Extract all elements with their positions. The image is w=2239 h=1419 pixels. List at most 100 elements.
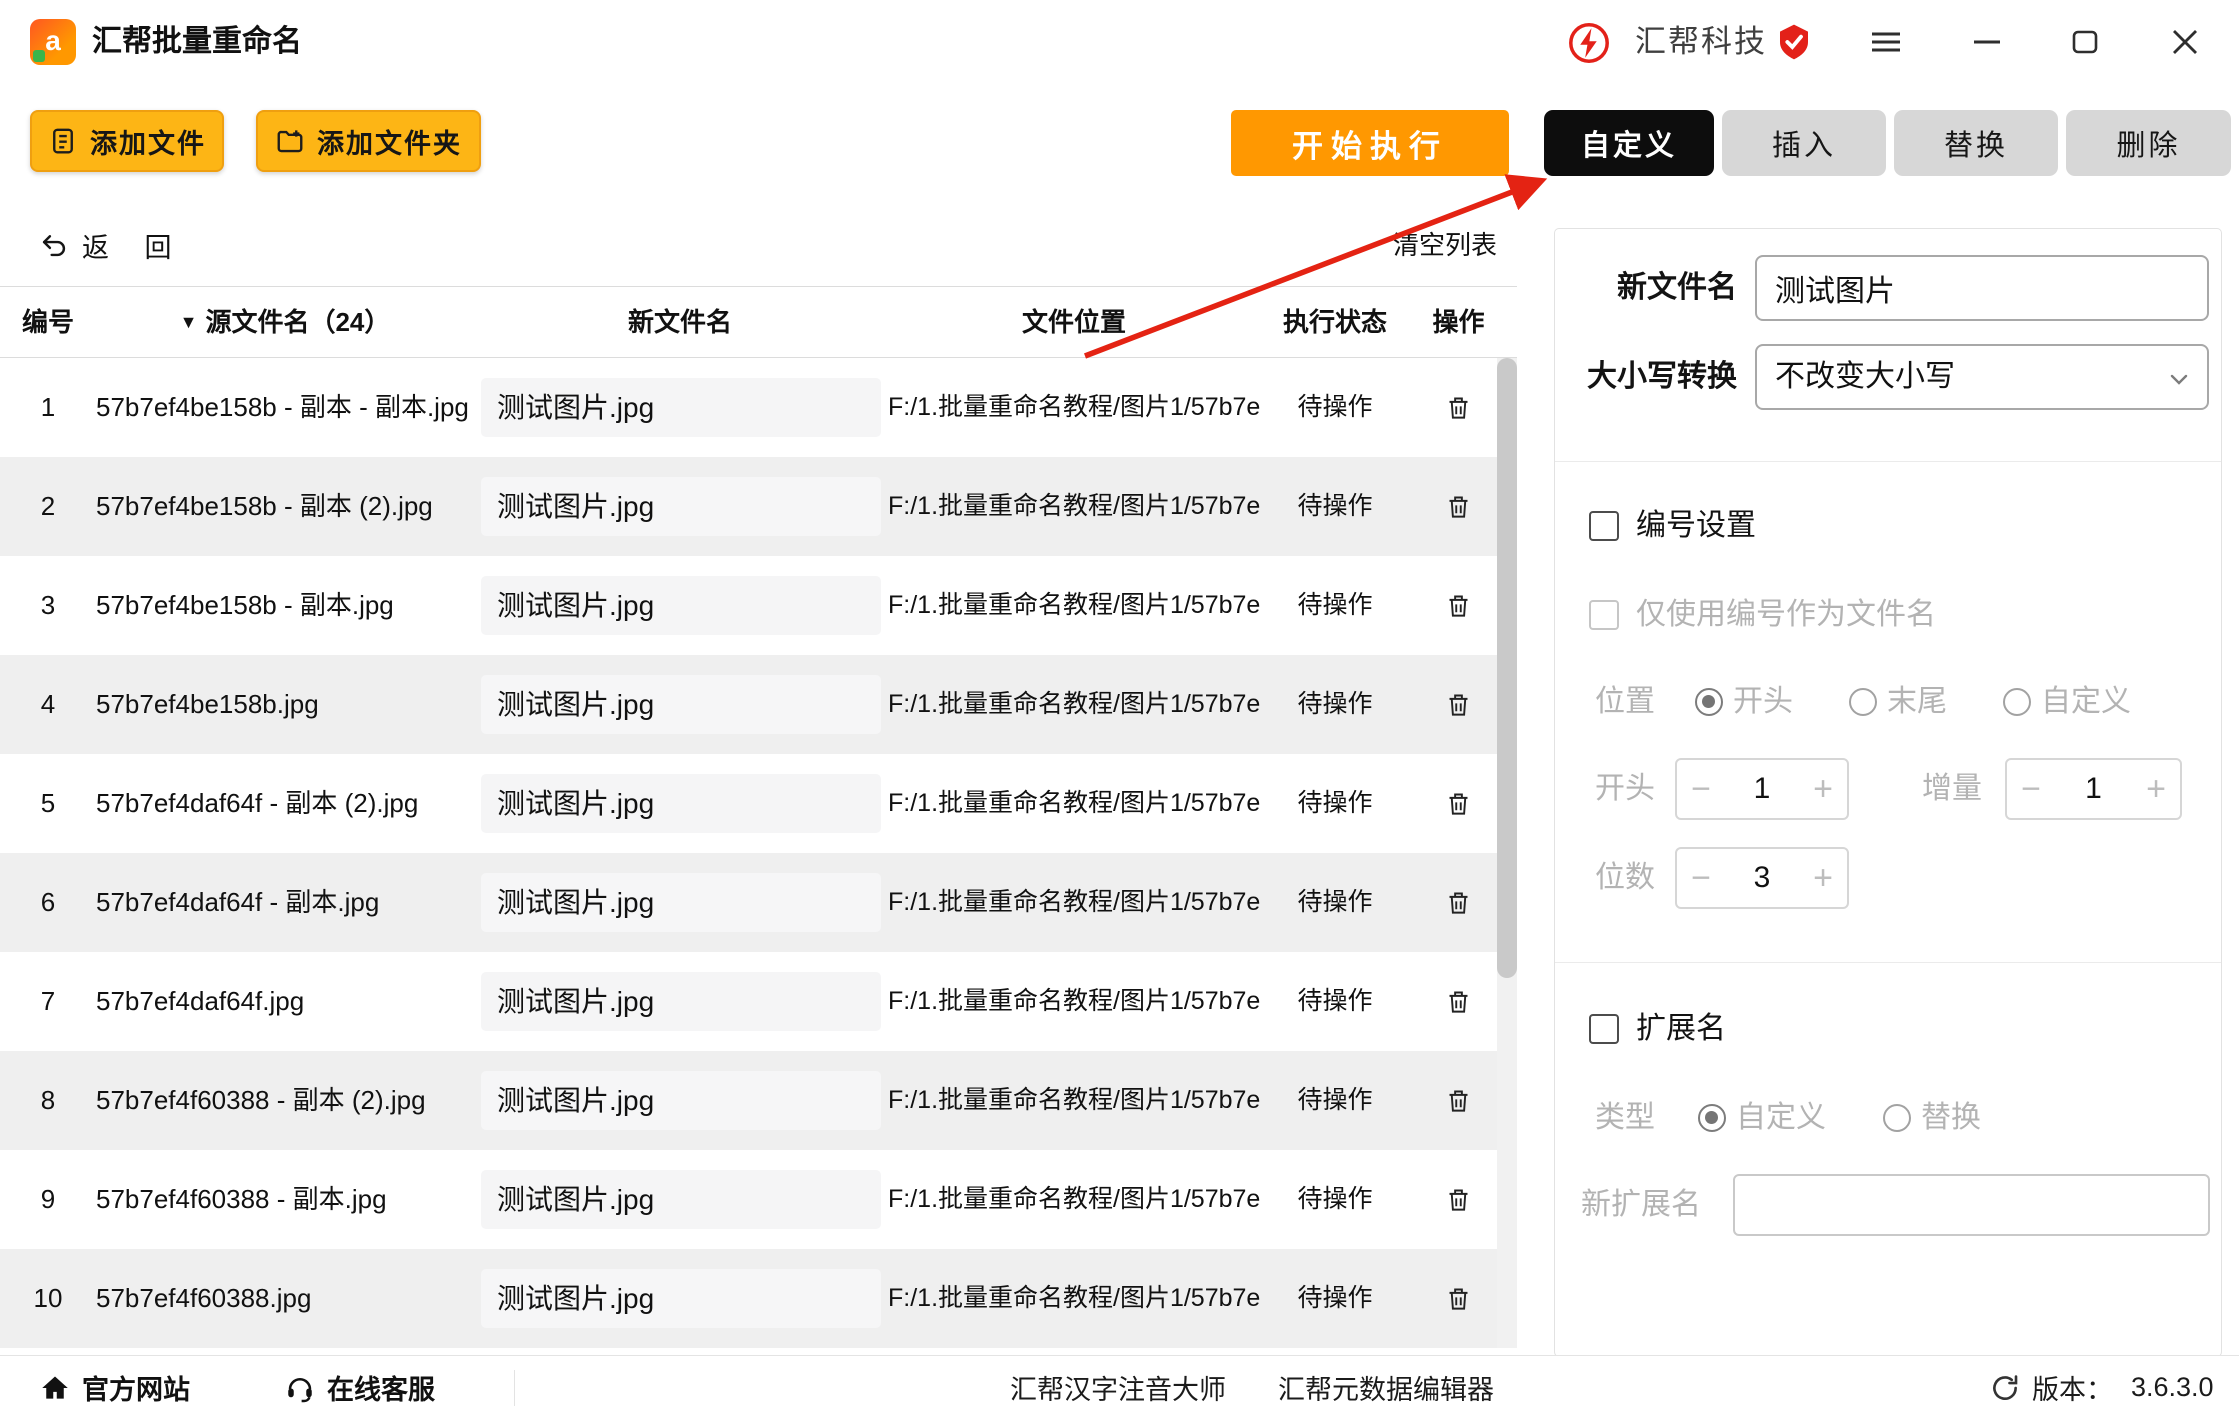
close-button[interactable] bbox=[2161, 18, 2209, 66]
extension-checkbox[interactable] bbox=[1589, 1014, 1619, 1044]
table-row[interactable]: 657b7ef4daf64f - 副本.jpg测试图片.jpgF:/1.批量重命… bbox=[0, 853, 1497, 952]
tab-delete[interactable]: 删除 bbox=[2066, 110, 2231, 176]
new-filename-field[interactable]: 测试图片.jpg bbox=[481, 675, 881, 734]
increment-plus-button[interactable]: + bbox=[2132, 760, 2180, 818]
minimize-button[interactable] bbox=[1963, 18, 2011, 66]
footer-link-pinyin-label: 汇帮汉字注音大师 bbox=[1010, 1368, 1226, 1407]
ext-type-radio-custom[interactable] bbox=[1698, 1104, 1726, 1132]
table-row[interactable]: 757b7ef4daf64f.jpg测试图片.jpgF:/1.批量重命名教程/图… bbox=[0, 952, 1497, 1051]
delete-row-icon[interactable] bbox=[1445, 1186, 1472, 1213]
source-filename: 57b7ef4daf64f.jpg bbox=[96, 952, 474, 1051]
tab-custom[interactable]: 自定义 bbox=[1544, 110, 1714, 176]
official-site-link[interactable]: 官方网站 bbox=[40, 1356, 190, 1419]
col-header-index[interactable]: 编号 bbox=[0, 287, 96, 357]
numbering-checkbox[interactable] bbox=[1589, 511, 1619, 541]
source-filename: 57b7ef4be158b - 副本.jpg bbox=[96, 556, 474, 655]
delete-row-icon[interactable] bbox=[1445, 988, 1472, 1015]
table-row[interactable]: 1057b7ef4f60388.jpg测试图片.jpgF:/1.批量重命名教程/… bbox=[0, 1249, 1497, 1348]
source-filename: 57b7ef4f60388 - 副本 (2).jpg bbox=[96, 1051, 474, 1150]
update-refresh-icon[interactable] bbox=[1990, 1373, 2020, 1403]
position-option-custom[interactable]: 自定义 bbox=[2041, 682, 2131, 722]
back-label: 返 回 bbox=[82, 226, 186, 265]
position-option-end[interactable]: 末尾 bbox=[1887, 682, 1947, 722]
exec-status: 待操作 bbox=[1260, 1051, 1410, 1150]
delete-row-icon[interactable] bbox=[1445, 394, 1472, 421]
new-filename-field[interactable]: 测试图片.jpg bbox=[481, 1071, 881, 1130]
ext-type-radio-replace[interactable] bbox=[1883, 1104, 1911, 1132]
footer-link-metadata[interactable]: 汇帮元数据编辑器 bbox=[1278, 1356, 1494, 1419]
new-filename-field[interactable]: 测试图片.jpg bbox=[481, 1170, 881, 1229]
delete-row-icon[interactable] bbox=[1445, 592, 1472, 619]
col-header-location[interactable]: 文件位置 bbox=[888, 287, 1260, 357]
row-index: 4 bbox=[0, 655, 96, 754]
delete-row-icon[interactable] bbox=[1445, 493, 1472, 520]
position-radio-start[interactable] bbox=[1695, 688, 1723, 716]
start-number-value[interactable]: 1 bbox=[1725, 772, 1799, 806]
exec-status: 待操作 bbox=[1260, 556, 1410, 655]
table-row[interactable]: 257b7ef4be158b - 副本 (2).jpg测试图片.jpgF:/1.… bbox=[0, 457, 1497, 556]
start-execute-button[interactable]: 开始执行 bbox=[1231, 110, 1509, 176]
maximize-button[interactable] bbox=[2061, 18, 2109, 66]
delete-row-icon[interactable] bbox=[1445, 1285, 1472, 1312]
menu-icon[interactable] bbox=[1862, 18, 1910, 66]
start-plus-button[interactable]: + bbox=[1799, 760, 1847, 818]
position-option-start[interactable]: 开头 bbox=[1733, 682, 1793, 722]
table-row[interactable]: 157b7ef4be158b - 副本 - 副本.jpg测试图片.jpgF:/1… bbox=[0, 358, 1497, 457]
start-minus-button[interactable]: − bbox=[1677, 760, 1725, 818]
start-number-stepper: − 1 + bbox=[1675, 758, 1849, 820]
delete-row-icon[interactable] bbox=[1445, 1087, 1472, 1114]
source-filename: 57b7ef4be158b.jpg bbox=[96, 655, 474, 754]
new-name-input[interactable] bbox=[1755, 255, 2209, 321]
delete-row-icon[interactable] bbox=[1445, 790, 1472, 817]
tab-replace[interactable]: 替换 bbox=[1894, 110, 2058, 176]
case-convert-select[interactable]: 不改变大小写 bbox=[1755, 344, 2209, 410]
col-header-source[interactable]: ▼ 源文件名（24） bbox=[96, 287, 474, 357]
extension-title[interactable]: 扩展名 bbox=[1636, 1009, 1726, 1049]
increment-minus-button[interactable]: − bbox=[2007, 760, 2055, 818]
file-location: F:/1.批量重命名教程/图片1/57b7ef bbox=[888, 358, 1260, 457]
increment-value[interactable]: 1 bbox=[2055, 772, 2132, 806]
new-ext-input[interactable] bbox=[1733, 1174, 2210, 1236]
exec-status: 待操作 bbox=[1260, 754, 1410, 853]
back-button[interactable]: 返 回 bbox=[40, 224, 186, 266]
tab-insert[interactable]: 插入 bbox=[1722, 110, 1886, 176]
clear-list-button[interactable]: 清空列表 bbox=[1368, 224, 1497, 266]
col-header-newname[interactable]: 新文件名 bbox=[470, 287, 890, 357]
table-row[interactable]: 357b7ef4be158b - 副本.jpg测试图片.jpgF:/1.批量重命… bbox=[0, 556, 1497, 655]
col-header-status[interactable]: 执行状态 bbox=[1260, 287, 1410, 357]
filter-icon[interactable]: ▼ bbox=[180, 287, 198, 357]
row-index: 3 bbox=[0, 556, 96, 655]
only-number-label[interactable]: 仅使用编号作为文件名 bbox=[1636, 595, 1936, 635]
new-filename-field[interactable]: 测试图片.jpg bbox=[481, 477, 881, 536]
add-folder-button[interactable]: 添加文件夹 bbox=[256, 110, 481, 172]
table-scrollbar-thumb[interactable] bbox=[1497, 358, 1517, 978]
delete-row-icon[interactable] bbox=[1445, 889, 1472, 916]
table-row[interactable]: 857b7ef4f60388 - 副本 (2).jpg测试图片.jpgF:/1.… bbox=[0, 1051, 1497, 1150]
ext-type-option-custom[interactable]: 自定义 bbox=[1736, 1098, 1826, 1138]
digits-minus-button[interactable]: − bbox=[1677, 849, 1725, 907]
position-radio-end[interactable] bbox=[1849, 688, 1877, 716]
new-filename-field[interactable]: 测试图片.jpg bbox=[481, 873, 881, 932]
online-support-link[interactable]: 在线客服 bbox=[285, 1356, 435, 1419]
ext-type-option-replace[interactable]: 替换 bbox=[1921, 1098, 1981, 1138]
new-filename-field[interactable]: 测试图片.jpg bbox=[481, 378, 881, 437]
only-number-checkbox[interactable] bbox=[1589, 600, 1619, 630]
new-filename-field[interactable]: 测试图片.jpg bbox=[481, 774, 881, 833]
new-filename-field[interactable]: 测试图片.jpg bbox=[481, 1269, 881, 1328]
col-header-action[interactable]: 操作 bbox=[1415, 287, 1502, 357]
add-file-button[interactable]: 添加文件 bbox=[30, 110, 224, 172]
new-filename-field[interactable]: 测试图片.jpg bbox=[481, 576, 881, 635]
table-row[interactable]: 957b7ef4f60388 - 副本.jpg测试图片.jpgF:/1.批量重命… bbox=[0, 1150, 1497, 1249]
row-index: 7 bbox=[0, 952, 96, 1051]
footer-link-pinyin[interactable]: 汇帮汉字注音大师 bbox=[1010, 1356, 1226, 1419]
table-row[interactable]: 457b7ef4be158b.jpg测试图片.jpgF:/1.批量重命名教程/图… bbox=[0, 655, 1497, 754]
new-filename-field[interactable]: 测试图片.jpg bbox=[481, 972, 881, 1031]
digits-plus-button[interactable]: + bbox=[1799, 849, 1847, 907]
position-radio-custom[interactable] bbox=[2003, 688, 2031, 716]
table-row[interactable]: 557b7ef4daf64f - 副本 (2).jpg测试图片.jpgF:/1.… bbox=[0, 754, 1497, 853]
delete-row-icon[interactable] bbox=[1445, 691, 1472, 718]
start-number-label: 开头 bbox=[1595, 769, 1655, 809]
digits-value[interactable]: 3 bbox=[1725, 861, 1799, 895]
numbering-title[interactable]: 编号设置 bbox=[1636, 506, 1756, 546]
file-location: F:/1.批量重命名教程/图片1/57b7ef bbox=[888, 1051, 1260, 1150]
